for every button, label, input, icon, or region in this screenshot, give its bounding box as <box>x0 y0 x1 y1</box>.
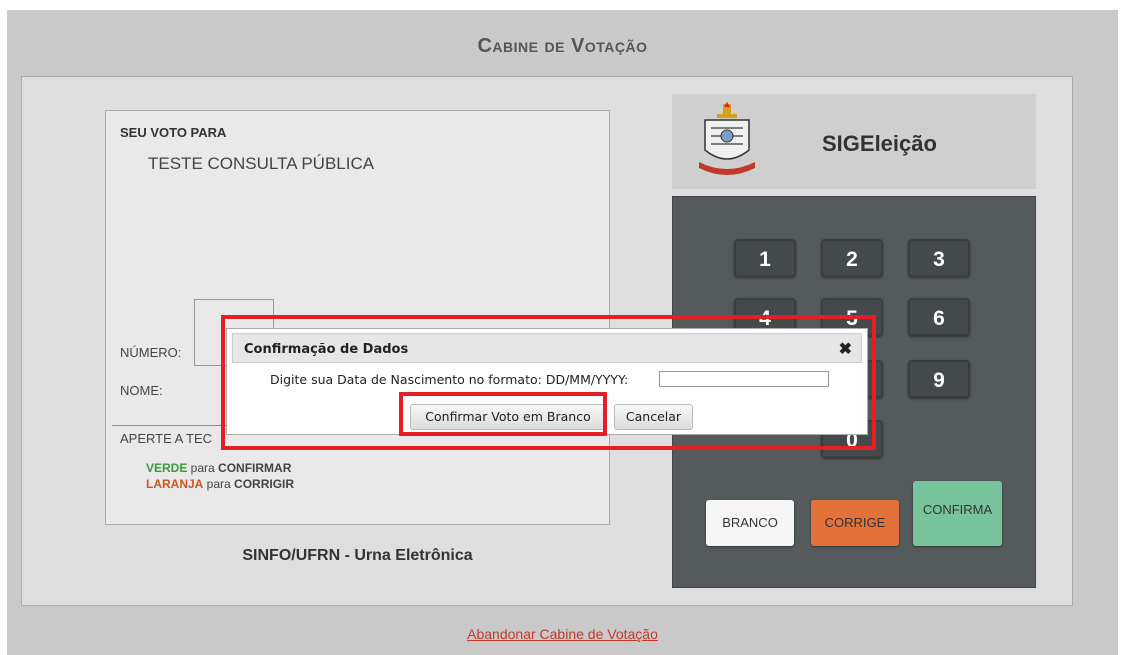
urna-footer-text: SINFO/UFRN - Urna Eletrônica <box>242 547 473 564</box>
name-label: NOME: <box>120 383 163 398</box>
cancel-button[interactable]: Cancelar <box>614 404 693 430</box>
instruction-green-word: VERDE <box>146 461 188 475</box>
instruction-orange-word: LARANJA <box>146 477 204 491</box>
instruction-correct: LARANJA para CORRIGIR <box>146 477 294 491</box>
vote-for-label: SEU VOTO PARA <box>120 125 227 140</box>
instruction-connector: para <box>203 477 235 491</box>
birthdate-input[interactable] <box>659 371 829 387</box>
instruction-confirm-action: CONFIRMAR <box>218 461 292 475</box>
confirm-blank-vote-button[interactable]: Confirmar Voto em Branco <box>410 404 606 430</box>
ballot-screen: SEU VOTO PARA TESTE CONSULTA PÚBLICA NÚM… <box>105 110 610 525</box>
key-1[interactable]: 1 <box>734 239 796 277</box>
abandon-booth-link[interactable]: Abandonar Cabine de Votação <box>0 626 1125 642</box>
university-crest-icon <box>699 102 755 175</box>
key-9[interactable]: 9 <box>908 360 970 398</box>
branco-button[interactable]: BRANCO <box>706 500 794 546</box>
close-icon[interactable]: ✖ <box>839 339 852 359</box>
dialog-title: Confirmação de Dados <box>244 342 409 357</box>
birthdate-prompt: Digite sua Data de Nascimento no formato… <box>270 372 629 387</box>
ballot-name: TESTE CONSULTA PÚBLICA <box>148 154 375 173</box>
instruction-correct-action: CORRIGIR <box>234 477 295 491</box>
dialog-titlebar: Confirmação de Dados ✖ <box>232 333 862 363</box>
data-confirmation-dialog: Confirmação de Dados ✖ Digite sua Data d… <box>226 328 868 435</box>
number-label: NÚMERO: <box>120 345 182 360</box>
press-key-label: APERTE A TEC <box>120 431 213 446</box>
key-3[interactable]: 3 <box>908 239 970 277</box>
page-title: Cabine de Votação <box>477 35 648 57</box>
key-2[interactable]: 2 <box>821 239 883 277</box>
confirma-button[interactable]: CONFIRMA <box>913 481 1002 546</box>
instruction-connector: para <box>187 461 219 475</box>
key-6[interactable]: 6 <box>908 298 970 336</box>
instruction-confirm: VERDE para CONFIRMAR <box>146 461 291 475</box>
app-logo-text: SIGEleição <box>822 131 937 156</box>
corrige-button[interactable]: CORRIGE <box>811 500 899 546</box>
logo-header: SIGEleição <box>672 94 1036 189</box>
